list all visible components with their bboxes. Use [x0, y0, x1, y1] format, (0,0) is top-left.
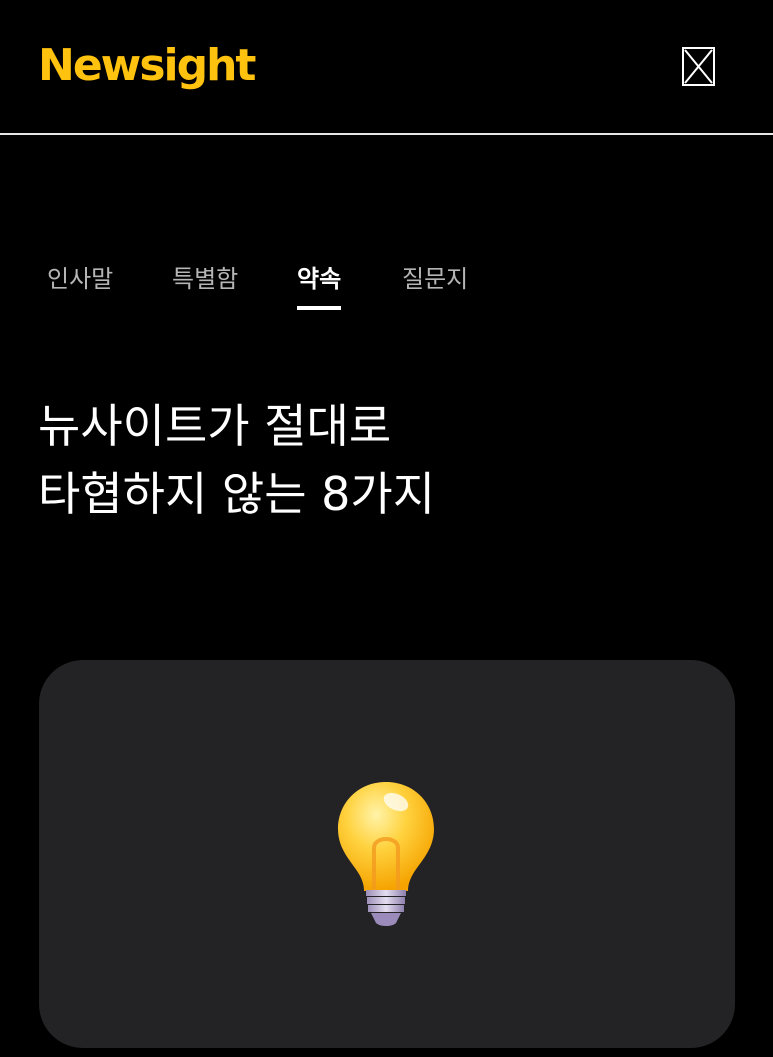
page-headline: 뉴사이트가 절대로 타협하지 않는 8가지 — [38, 392, 738, 528]
close-button[interactable] — [682, 47, 715, 86]
tab-label: 약속 — [297, 265, 342, 293]
newsight-logo[interactable]: Newsight — [38, 36, 256, 96]
section-tabs: 인사말 특별함 약속 질문지 — [0, 255, 773, 315]
tab-special[interactable]: 특별함 — [172, 255, 238, 313]
app-header: Newsight — [0, 0, 773, 135]
active-tab-indicator — [297, 306, 342, 310]
light-bulb-icon — [334, 778, 438, 930]
tab-label: 질문지 — [402, 265, 469, 293]
close-box-icon — [682, 47, 715, 86]
tab-promise[interactable]: 약속 — [297, 255, 342, 313]
tab-greeting[interactable]: 인사말 — [47, 255, 113, 313]
headline-line-1: 뉴사이트가 절대로 — [38, 399, 392, 453]
tab-label: 인사말 — [47, 265, 114, 293]
headline-line-2: 타협하지 않는 8가지 — [38, 467, 436, 521]
tab-label: 특별함 — [172, 265, 239, 293]
tab-questionnaire[interactable]: 질문지 — [402, 255, 468, 313]
